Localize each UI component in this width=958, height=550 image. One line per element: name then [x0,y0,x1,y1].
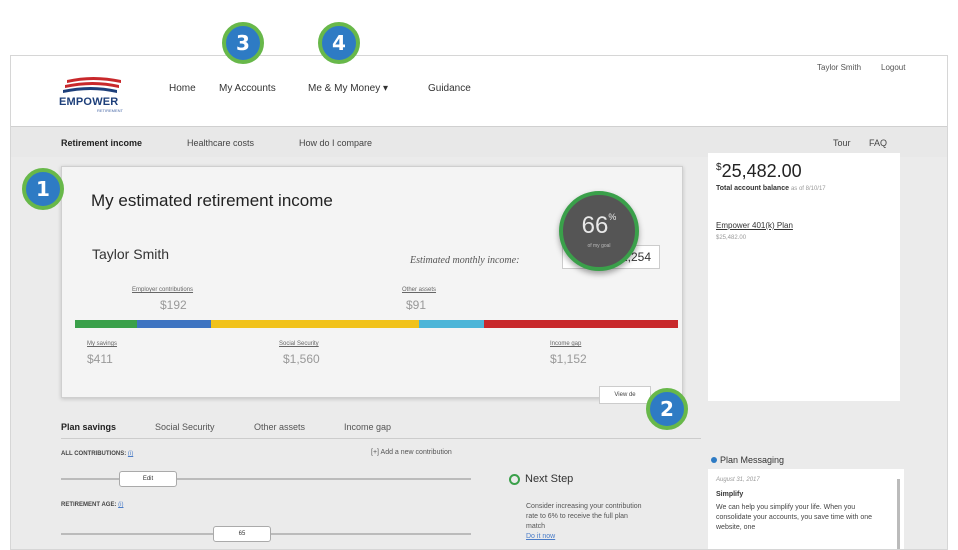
faq-link[interactable]: FAQ [869,138,887,148]
flag-icon [63,77,121,93]
message-heading: Simplify [716,491,744,498]
income-gap-value: $1,152 [550,352,587,366]
retirement-age-text: RETIREMENT AGE: [61,502,117,508]
total-balance: $25,482.00 [716,161,802,182]
next-step-body: Consider increasing your contribution ra… [526,503,642,530]
message-body: We can help you simplify your life. When… [716,504,873,531]
bar-segment-employer [137,320,211,328]
empower-logo[interactable]: EMPOWER RETIREMENT [59,74,129,114]
info-icon[interactable]: (i) [128,451,133,457]
estimated-income-label: Estimated monthly income: [410,255,520,266]
user-name: Taylor Smith [817,63,862,72]
tab-healthcare-costs[interactable]: Healthcare costs [187,138,254,148]
nav-me-my-money[interactable]: Me & My Money ▾ [308,83,388,94]
message-date: August 31, 2017 [716,477,760,483]
tab-other-assets[interactable]: Other assets [254,422,305,432]
goal-progress-gauge: 66% of my goal [559,191,639,271]
plan-balance: $25,482.00 [716,235,747,241]
next-step-text: Consider increasing your contribution ra… [526,502,646,542]
message-dot-icon [711,457,717,463]
other-assets-link[interactable]: Other assets [402,287,436,293]
plan-messaging-title: Plan Messaging [720,455,785,465]
tab-retirement-income[interactable]: Retirement income [61,138,142,148]
social-security-link[interactable]: Social Security [279,341,319,347]
do-it-now-link[interactable]: Do it now [526,533,555,540]
tab-how-do-i-compare[interactable]: How do I compare [299,138,372,148]
tab-plan-savings[interactable]: Plan savings [61,422,116,432]
tour-link[interactable]: Tour [833,138,851,148]
my-savings-link[interactable]: My savings [87,341,117,347]
all-contributions-label: ALL CONTRIBUTIONS: (i) [61,451,133,457]
my-savings-value: $411 [87,352,113,366]
gauge-unit: % [608,212,617,222]
plan-messaging-panel: Plan Messaging August 31, 2017 Simplify … [708,449,908,549]
account-summary-panel: $25,482.00 Total account balance as of 8… [708,153,900,401]
callout-badge-1: 1 [22,168,64,210]
other-assets-value: $91 [406,298,427,312]
logo-subtext: RETIREMENT [97,108,123,113]
logout-link[interactable]: Logout [881,63,905,72]
card-title: My estimated retirement income [91,191,333,210]
nav-home[interactable]: Home [169,83,196,94]
total-balance-value: 25,482.00 [721,161,802,181]
employer-contributions-value: $192 [160,298,187,312]
callout-badge-3: 3 [222,22,264,64]
logo-text: EMPOWER [59,96,119,108]
bar-segment-my-savings [75,320,137,328]
total-balance-label-text: Total account balance [716,185,789,192]
all-contributions-text: ALL CONTRIBUTIONS: [61,451,127,457]
tab-social-security[interactable]: Social Security [155,422,215,432]
tab-divider [61,438,701,439]
contributions-edit-button[interactable]: Edit [119,471,177,487]
view-details-button[interactable]: View de [599,386,651,404]
tab-income-gap[interactable]: Income gap [344,422,391,432]
participant-name: Taylor Smith [92,246,170,262]
nav-my-accounts[interactable]: My Accounts [219,83,276,94]
info-icon[interactable]: (i) [118,502,123,508]
gauge-number: 66 [581,212,609,239]
add-contribution-link[interactable]: [+] Add a new contribution [371,449,452,456]
employer-contributions-link[interactable]: Employer contributions [132,287,193,293]
next-step-title: Next Step [525,473,574,485]
app-window: EMPOWER RETIREMENT Home My Accounts Me &… [10,55,948,550]
balance-asof: as of 8/10/17 [790,186,826,192]
retirement-age-handle[interactable]: 65 [213,526,271,542]
next-step-heading: Next Step [509,473,573,485]
bar-segment-other-assets [419,320,484,328]
circle-icon [509,474,520,485]
gauge-label: of my goal [587,243,611,249]
message-scrollbar[interactable] [897,479,900,549]
gauge-value: 66% [563,212,635,240]
callout-badge-2: 2 [646,388,688,430]
plan-link[interactable]: Empower 401(k) Plan [716,221,793,230]
chevron-down-icon: ▾ [383,83,389,94]
retirement-age-label: RETIREMENT AGE: (i) [61,502,123,508]
income-gap-link[interactable]: Income gap [550,341,581,347]
bar-segment-income-gap [484,320,678,328]
income-breakdown-bar [75,320,678,328]
nav-me-my-money-label: Me & My Money [308,83,381,94]
total-balance-label: Total account balance as of 8/10/17 [716,185,826,192]
bar-segment-social-security [211,320,419,328]
nav-guidance[interactable]: Guidance [428,83,471,94]
top-header: EMPOWER RETIREMENT Home My Accounts Me &… [11,56,947,127]
social-security-value: $1,560 [283,352,320,366]
plan-messaging-box: August 31, 2017 Simplify We can help you… [708,469,904,549]
callout-badge-4: 4 [318,22,360,64]
